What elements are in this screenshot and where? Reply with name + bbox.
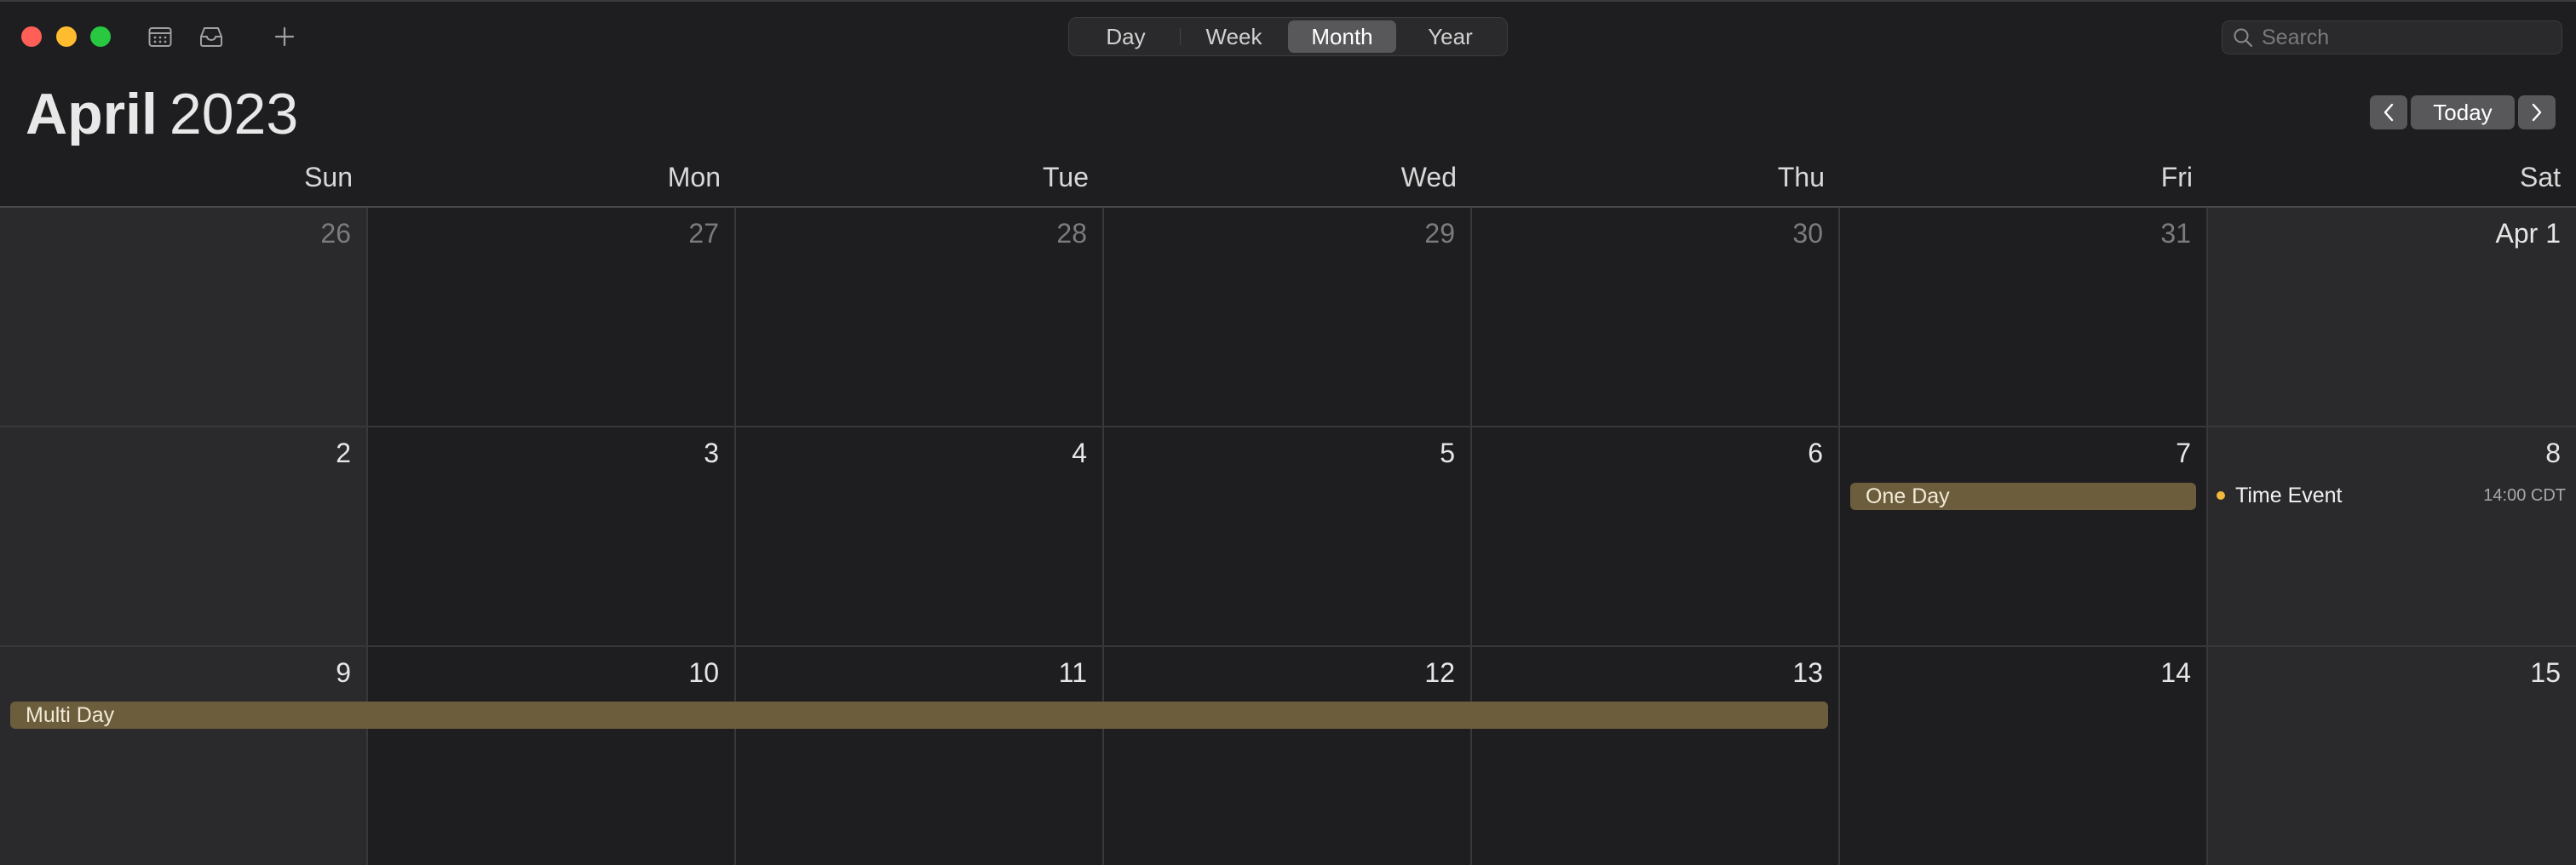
day-cell[interactable]: 12 bbox=[1104, 647, 1472, 865]
week-row: 2 3 4 5 6 7 8 bbox=[0, 427, 2576, 647]
day-cell[interactable]: 6 bbox=[1472, 427, 1840, 647]
day-cell[interactable]: 3 bbox=[368, 427, 736, 647]
zoom-window-button[interactable] bbox=[90, 26, 111, 47]
plus-icon[interactable] bbox=[271, 22, 298, 51]
day-cell[interactable]: 5 bbox=[1104, 427, 1472, 647]
day-number: 27 bbox=[688, 218, 719, 249]
day-number: Apr 1 bbox=[2495, 218, 2561, 249]
day-cell[interactable]: 4 bbox=[736, 427, 1104, 647]
search-input[interactable] bbox=[2262, 25, 2551, 50]
day-cell[interactable]: 31 bbox=[1840, 208, 2208, 427]
day-number: 15 bbox=[2530, 657, 2561, 688]
next-month-button[interactable] bbox=[2518, 95, 2556, 129]
day-number: 8 bbox=[2545, 438, 2561, 468]
day-cell[interactable]: 27 bbox=[368, 208, 736, 427]
weekday-thu: Thu bbox=[1777, 162, 1825, 192]
view-day-tab[interactable]: Day bbox=[1072, 20, 1180, 53]
event-title: Time Event bbox=[2235, 483, 2343, 507]
day-cell[interactable]: 8 bbox=[2208, 427, 2576, 647]
previous-month-button[interactable] bbox=[2370, 95, 2407, 129]
weekday-mon: Mon bbox=[667, 162, 721, 192]
day-cell[interactable]: Apr 1 bbox=[2208, 208, 2576, 427]
day-number: 26 bbox=[320, 218, 351, 249]
day-number: 10 bbox=[688, 657, 719, 688]
today-button[interactable]: Today bbox=[2411, 95, 2515, 129]
toolbar: Day Week Month Year bbox=[0, 2, 2576, 72]
day-number: 13 bbox=[1792, 657, 1823, 688]
view-switcher: Day Week Month Year bbox=[1068, 17, 1508, 56]
day-cell[interactable]: 7 bbox=[1840, 427, 2208, 647]
chevron-left-icon bbox=[2383, 103, 2394, 122]
day-cell[interactable]: 28 bbox=[736, 208, 1104, 427]
day-number: 14 bbox=[2160, 657, 2191, 688]
inbox-icon[interactable] bbox=[196, 22, 227, 51]
day-number: 5 bbox=[1440, 438, 1455, 468]
day-cell[interactable]: 9 bbox=[0, 647, 368, 865]
calendar-window: Day Week Month Year April2023 Today Sun … bbox=[0, 0, 2576, 865]
day-number: 7 bbox=[2176, 438, 2191, 468]
weekday-sat: Sat bbox=[2519, 162, 2561, 192]
day-number: 9 bbox=[336, 657, 351, 688]
day-cell[interactable]: 30 bbox=[1472, 208, 1840, 427]
event-time: 14:00 CDT bbox=[2483, 485, 2566, 505]
day-number: 12 bbox=[1424, 657, 1455, 688]
weekday-fri: Fri bbox=[2160, 162, 2193, 192]
day-cell[interactable]: 2 bbox=[0, 427, 368, 647]
day-number: 28 bbox=[1056, 218, 1087, 249]
weekday-tue: Tue bbox=[1043, 162, 1089, 192]
day-number: 4 bbox=[1072, 438, 1087, 468]
view-month-tab[interactable]: Month bbox=[1288, 20, 1396, 53]
day-cell[interactable]: 14 bbox=[1840, 647, 2208, 865]
day-number: 2 bbox=[336, 438, 351, 468]
day-cell[interactable]: 11 bbox=[736, 647, 1104, 865]
day-cell[interactable]: 29 bbox=[1104, 208, 1472, 427]
minimize-window-button[interactable] bbox=[56, 26, 77, 47]
week-row: 26 27 28 29 30 31 Apr 1 bbox=[0, 208, 2576, 427]
day-number: 11 bbox=[1058, 657, 1087, 688]
weekday-header: Sun Mon Tue Wed Thu Fri Sat bbox=[0, 160, 2576, 206]
week-row: 9 10 11 12 13 14 15 bbox=[0, 647, 2576, 865]
month-label: April bbox=[26, 82, 158, 146]
view-week-tab[interactable]: Week bbox=[1180, 20, 1288, 53]
event-multi-day[interactable]: Multi Day bbox=[10, 702, 1828, 729]
month-grid: 26 27 28 29 30 31 Apr 1 2 3 4 5 6 7 8 9 … bbox=[0, 206, 2576, 865]
event-one-day[interactable]: One Day bbox=[1850, 483, 2196, 510]
day-cell[interactable]: 10 bbox=[368, 647, 736, 865]
view-year-tab[interactable]: Year bbox=[1396, 20, 1504, 53]
day-number: 6 bbox=[1808, 438, 1823, 468]
day-number: 29 bbox=[1424, 218, 1455, 249]
day-cell[interactable]: 15 bbox=[2208, 647, 2576, 865]
calendar-list-icon[interactable] bbox=[147, 22, 174, 51]
day-cell[interactable]: 13 bbox=[1472, 647, 1840, 865]
page-title: April 2023 bbox=[26, 80, 298, 148]
event-time-event[interactable]: Time Event 14:00 CDT bbox=[2215, 481, 2566, 510]
event-dot-icon bbox=[2217, 491, 2225, 500]
chevron-right-icon bbox=[2532, 103, 2542, 122]
weekday-wed: Wed bbox=[1400, 162, 1457, 192]
day-number: 31 bbox=[2160, 218, 2191, 249]
search-icon bbox=[2234, 28, 2253, 48]
day-number: 30 bbox=[1792, 218, 1823, 249]
day-number: 3 bbox=[704, 438, 719, 468]
search-field[interactable] bbox=[2222, 20, 2562, 54]
year-label: 2023 bbox=[169, 82, 299, 146]
close-window-button[interactable] bbox=[21, 26, 42, 47]
weekday-sun: Sun bbox=[304, 162, 353, 192]
day-cell[interactable]: 26 bbox=[0, 208, 368, 427]
